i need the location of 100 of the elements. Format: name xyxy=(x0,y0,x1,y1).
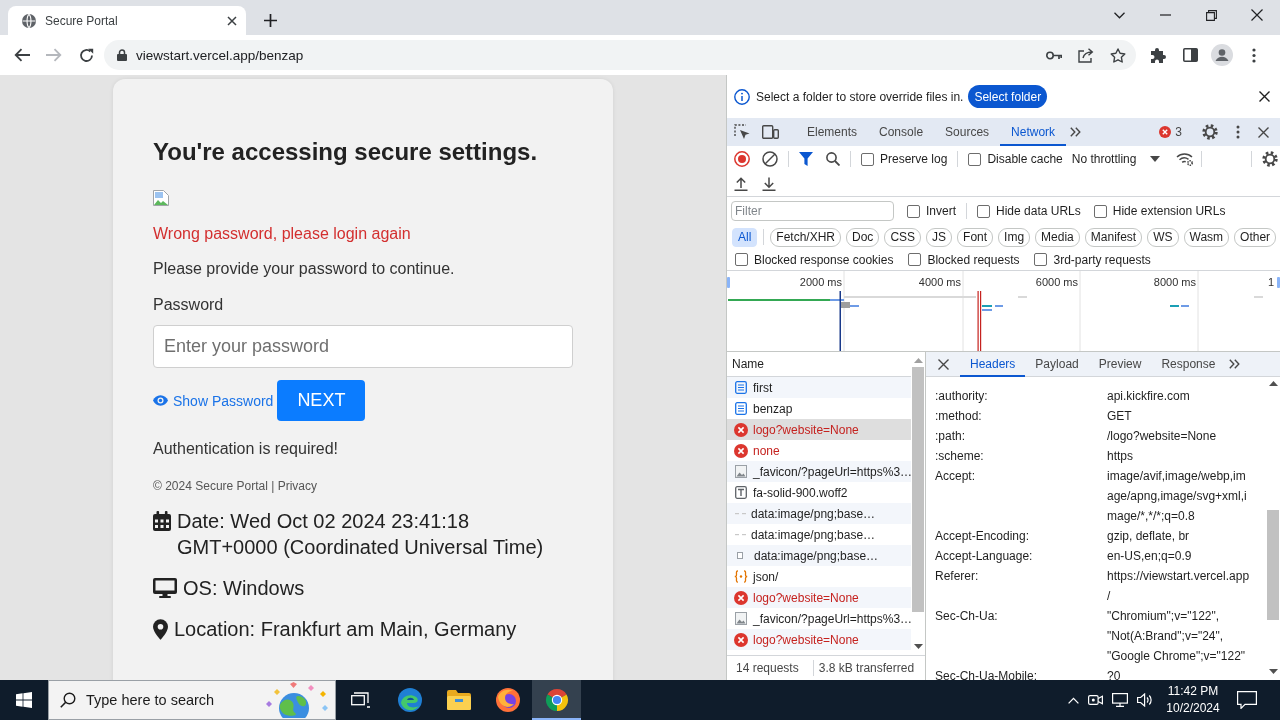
star-icon[interactable] xyxy=(1110,47,1126,63)
back-arrow-icon[interactable] xyxy=(14,48,30,62)
avatar-icon[interactable] xyxy=(1211,44,1233,66)
devtools-tab[interactable]: Network xyxy=(1000,118,1067,146)
checkbox[interactable] xyxy=(1093,204,1107,218)
share-icon[interactable] xyxy=(1078,47,1094,63)
browser-tab[interactable]: Secure Portal xyxy=(8,6,246,35)
range-handle[interactable] xyxy=(1277,277,1280,288)
restore-icon[interactable] xyxy=(1205,9,1217,21)
type-filter-chip[interactable]: JS xyxy=(926,227,953,247)
upload-icon[interactable] xyxy=(734,177,748,191)
inspect-icon[interactable] xyxy=(734,124,750,140)
close-icon[interactable] xyxy=(1258,126,1269,138)
clock-time[interactable]: 11:42 PM xyxy=(1167,683,1219,700)
checkbox-label[interactable]: Disable cache xyxy=(987,152,1063,166)
monitor-icon[interactable] xyxy=(1112,693,1128,707)
filter-field[interactable]: Filter xyxy=(731,201,894,221)
error-count-badge[interactable]: 3 xyxy=(1159,125,1182,139)
scroll-down-icon[interactable] xyxy=(1268,669,1278,674)
type-filter-chip[interactable]: Manifest xyxy=(1084,227,1143,247)
type-filter-chip[interactable]: Img xyxy=(998,227,1031,247)
menu-icon[interactable] xyxy=(1252,47,1256,63)
close-icon[interactable] xyxy=(938,358,949,370)
type-filter-chip[interactable]: Media xyxy=(1035,227,1080,247)
details-tab[interactable]: Headers xyxy=(960,351,1026,377)
scrollbar-thumb[interactable] xyxy=(912,367,924,612)
type-filter-chip[interactable]: Wasm xyxy=(1183,227,1230,247)
checkbox-label[interactable]: Invert xyxy=(926,204,956,218)
type-filter-chip[interactable]: CSS xyxy=(884,227,922,247)
checkbox-label[interactable]: Blocked requests xyxy=(927,252,1020,267)
checkbox-label[interactable]: Preserve log xyxy=(880,152,948,166)
request-row[interactable]: data:image/png;base… xyxy=(727,503,911,524)
checkbox-label[interactable]: 3rd-party requests xyxy=(1053,252,1151,267)
checkbox[interactable] xyxy=(1034,253,1048,266)
checkbox[interactable] xyxy=(968,152,982,166)
checkbox[interactable] xyxy=(907,204,920,218)
wifi-gear-icon[interactable] xyxy=(1176,152,1195,166)
details-tab[interactable]: Response xyxy=(1151,351,1226,377)
scroll-up-icon[interactable] xyxy=(1268,381,1278,386)
taskbar-search-field[interactable]: Type here to search xyxy=(48,680,336,720)
checkbox[interactable] xyxy=(908,253,922,266)
type-filter-chip[interactable]: Fetch/XHR xyxy=(770,227,842,247)
taskbar-app-button[interactable] xyxy=(532,680,581,720)
side-panel-icon[interactable] xyxy=(1182,48,1198,62)
devices-icon[interactable] xyxy=(762,125,779,139)
address-bar[interactable]: viewstart.vercel.app/benzap xyxy=(104,40,1136,70)
checkbox[interactable] xyxy=(861,152,874,166)
type-filter-chip[interactable]: All xyxy=(732,227,758,247)
password-field[interactable]: Enter your password xyxy=(153,325,573,368)
request-row[interactable]: first xyxy=(727,377,911,398)
chevron-down-icon[interactable] xyxy=(1113,11,1125,19)
minimize-icon[interactable] xyxy=(1159,14,1171,16)
type-filter-chip[interactable]: Doc xyxy=(846,227,880,247)
more-options-icon[interactable] xyxy=(1236,125,1240,139)
next-button[interactable]: NEXT xyxy=(277,380,366,421)
checkbox-label[interactable]: Blocked response cookies xyxy=(754,252,894,267)
checkbox[interactable] xyxy=(735,253,748,266)
start-icon[interactable] xyxy=(16,692,32,708)
checkbox-label[interactable]: Hide data URLs xyxy=(996,204,1081,218)
checkbox[interactable] xyxy=(977,204,990,218)
type-filter-chip[interactable]: WS xyxy=(1147,227,1179,247)
details-tab[interactable]: Payload xyxy=(1025,351,1089,377)
clear-icon[interactable] xyxy=(762,151,778,167)
request-row[interactable]: logo?website=None xyxy=(727,587,911,608)
range-handle[interactable] xyxy=(727,277,730,288)
key-icon[interactable] xyxy=(1046,50,1062,60)
select-folder-button[interactable]: Select folder xyxy=(968,85,1048,108)
request-row[interactable]: logo?website=None xyxy=(727,419,911,440)
scrollbar-thumb[interactable] xyxy=(1267,510,1279,620)
record-icon[interactable] xyxy=(734,151,750,167)
details-tab[interactable]: Preview xyxy=(1088,351,1152,377)
throttling-select[interactable]: No throttling xyxy=(1071,152,1161,166)
close-icon[interactable] xyxy=(227,15,237,26)
more-tabs-icon[interactable] xyxy=(1229,359,1241,369)
devtools-tab[interactable]: Elements xyxy=(796,118,869,146)
filter-icon[interactable] xyxy=(799,152,813,166)
notification-icon[interactable] xyxy=(1237,691,1257,709)
chevron-up-icon[interactable] xyxy=(1068,696,1079,704)
reload-icon[interactable] xyxy=(78,47,94,63)
settings-icon[interactable] xyxy=(1262,151,1279,167)
new-tab-icon[interactable] xyxy=(264,14,277,27)
type-filter-chip[interactable]: Font xyxy=(957,227,994,247)
more-tabs-icon[interactable] xyxy=(1070,127,1082,137)
settings-icon[interactable] xyxy=(1202,124,1218,140)
request-row[interactable]: data:image/png;base… xyxy=(727,545,911,566)
devtools-tab[interactable]: Console xyxy=(868,118,935,146)
puzzle-icon[interactable] xyxy=(1150,47,1166,63)
request-row[interactable]: _favicon/?pageUrl=https%3… xyxy=(727,461,911,482)
camera-icon[interactable] xyxy=(1088,693,1103,707)
clock-date[interactable]: 10/2/2024 xyxy=(1166,700,1220,717)
request-row[interactable]: logo?website=None xyxy=(727,629,911,650)
devtools-tab[interactable]: Sources xyxy=(934,118,1001,146)
search-icon[interactable] xyxy=(826,152,840,166)
volume-icon[interactable] xyxy=(1137,693,1153,707)
close-icon[interactable] xyxy=(1251,9,1263,21)
download-icon[interactable] xyxy=(762,177,776,191)
type-filter-chip[interactable]: Other xyxy=(1234,227,1277,247)
scroll-down-icon[interactable] xyxy=(913,644,923,649)
checkbox-label[interactable]: Hide extension URLs xyxy=(1112,204,1226,218)
show-password-link[interactable]: Show Password xyxy=(153,392,274,409)
